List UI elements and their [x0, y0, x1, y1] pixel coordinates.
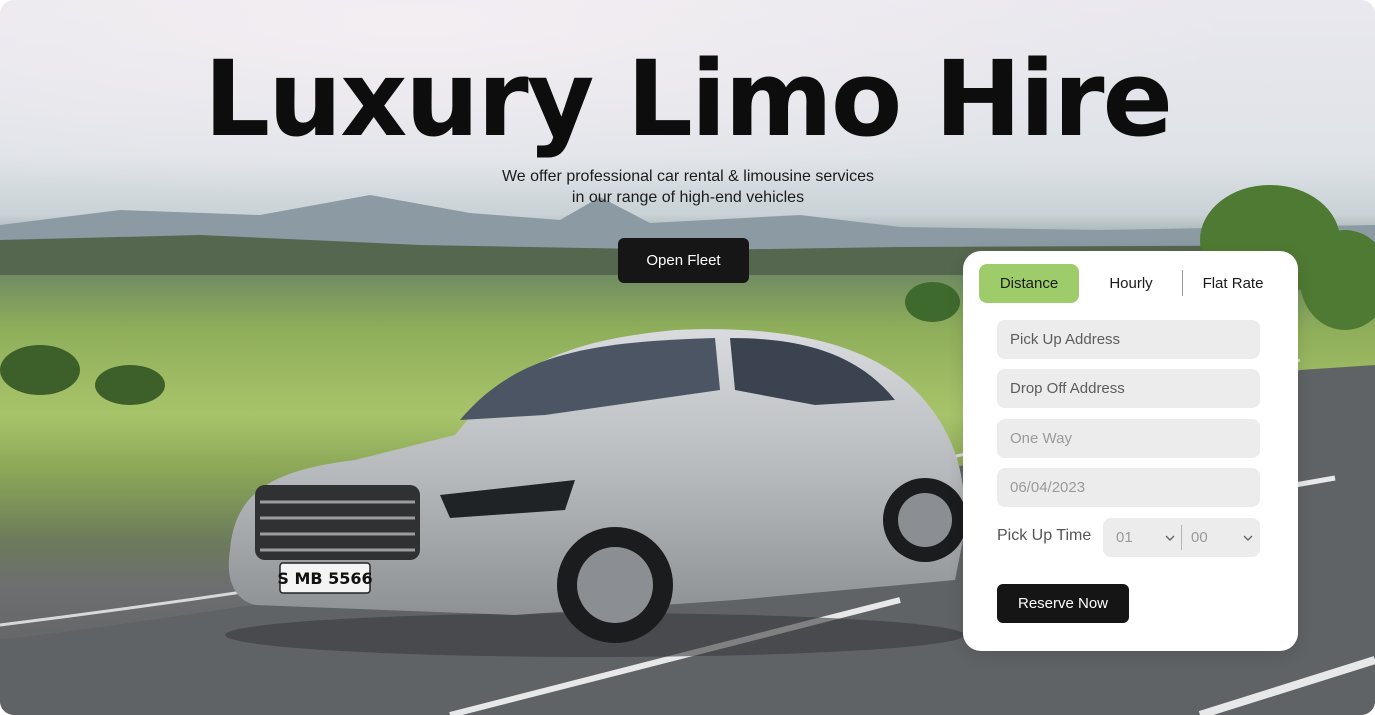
dropoff-address-input[interactable] [997, 369, 1260, 408]
subtitle-line: We offer professional car rental & limou… [501, 168, 874, 185]
open-fleet-button[interactable]: Open Fleet [618, 238, 749, 283]
tab-flat-rate[interactable]: Flat Rate [1189, 264, 1277, 303]
chevron-down-icon [1243, 535, 1253, 541]
tab-distance[interactable]: Distance [979, 264, 1079, 303]
booking-card: Distance Hourly Flat Rate Pick Up Time 0… [963, 251, 1298, 651]
hero-subtitle: We offer professional car rental & limou… [438, 166, 938, 208]
license-plate-text: S MB 5566 [277, 569, 372, 588]
subtitle-line: in our range of high-end vehicles [571, 189, 805, 206]
chevron-down-icon [1165, 535, 1175, 541]
pickup-address-input[interactable] [997, 320, 1260, 359]
date-field[interactable] [997, 468, 1260, 507]
bush-decoration [95, 365, 165, 405]
booking-tabs: Distance Hourly Flat Rate [979, 264, 1279, 303]
hero-section: Luxury Limo Hire We offer professional c… [0, 0, 1375, 715]
reserve-now-button[interactable]: Reserve Now [997, 584, 1129, 623]
tab-hourly[interactable]: Hourly [1087, 264, 1175, 303]
tree-decoration [905, 282, 960, 322]
pickup-time-label: Pick Up Time [997, 527, 1092, 544]
bush-decoration [0, 345, 80, 395]
car-image: S MB 5566 [225, 329, 967, 657]
page-title: Luxury Limo Hire [203, 38, 1173, 160]
time-separator [1181, 525, 1182, 550]
trip-type-field[interactable] [997, 419, 1260, 458]
minute-select[interactable]: 00 [1191, 518, 1251, 557]
pickup-time-selector: 01 00 [1103, 518, 1260, 557]
tab-divider [1182, 270, 1183, 296]
